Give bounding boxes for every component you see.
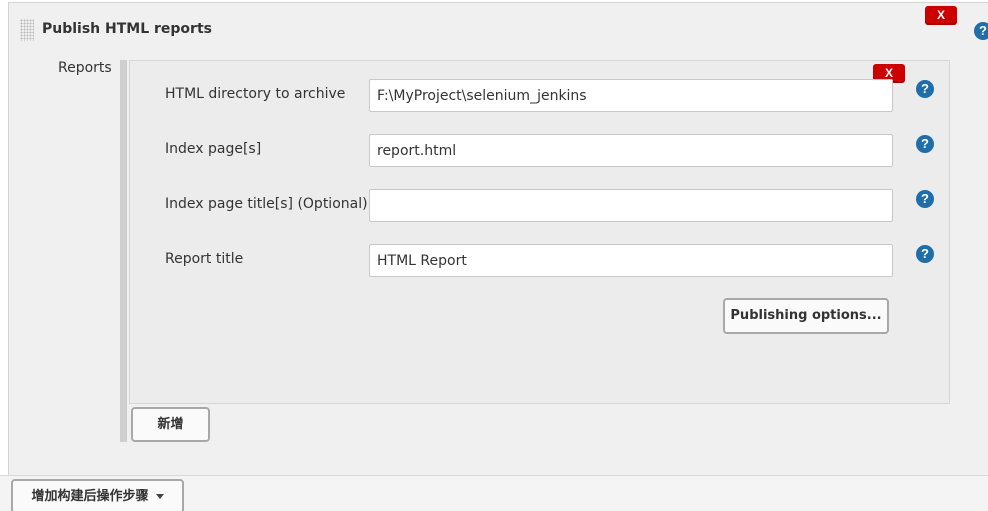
index-pages-help-icon[interactable]: ? xyxy=(916,135,934,153)
index-page-titles-input[interactable] xyxy=(369,189,893,222)
caret-down-icon xyxy=(155,494,164,499)
reports-label: Reports xyxy=(58,60,112,76)
section-help-icon[interactable]: ? xyxy=(974,22,988,40)
publishing-options-button[interactable]: Publishing options... xyxy=(723,298,889,334)
add-post-build-step-button[interactable]: 增加构建后操作步骤 xyxy=(11,479,184,511)
report-title-help-icon[interactable]: ? xyxy=(916,245,934,263)
index-page-titles-help-icon[interactable]: ? xyxy=(916,190,934,208)
index-pages-label: Index page[s] xyxy=(165,141,262,157)
add-report-button[interactable]: 新增 xyxy=(131,407,210,442)
section-title: Publish HTML reports xyxy=(42,21,212,37)
add-post-build-step-label: 增加构建后操作步骤 xyxy=(31,489,149,504)
drag-handle-icon[interactable] xyxy=(20,19,34,41)
report-title-input[interactable] xyxy=(369,244,893,277)
repeatable-bar xyxy=(120,60,127,442)
html-directory-input[interactable] xyxy=(369,79,893,112)
html-directory-help-icon[interactable]: ? xyxy=(916,80,934,98)
html-directory-label: HTML directory to archive xyxy=(165,86,346,102)
report-title-label: Report title xyxy=(165,251,244,267)
index-page-titles-label: Index page title[s] (Optional) xyxy=(165,196,368,212)
index-pages-input[interactable] xyxy=(369,134,893,167)
delete-section-button[interactable]: X xyxy=(925,6,957,25)
